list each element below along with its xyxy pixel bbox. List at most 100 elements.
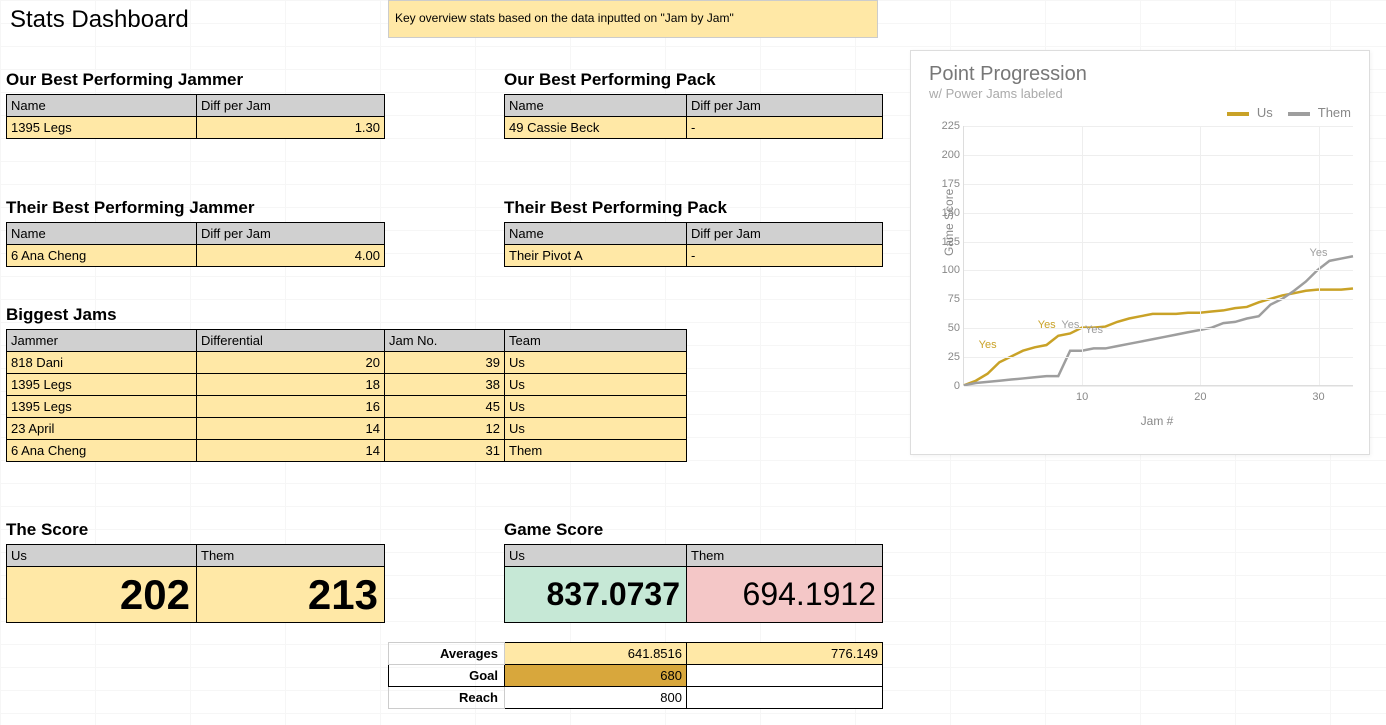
our-jammer-diff[interactable]: 1.30	[197, 117, 385, 139]
chart-ytick: 125	[930, 236, 960, 248]
chart-ytick: 0	[930, 380, 960, 392]
chart-annotation: Yes	[1038, 319, 1056, 331]
chart-xtick: 20	[1194, 391, 1206, 403]
info-banner: Key overview stats based on the data inp…	[388, 0, 878, 38]
chart-annotation: Yes	[1085, 324, 1103, 336]
cell-diff[interactable]: 14	[197, 418, 385, 440]
section-our-pack: Our Best Performing Pack	[504, 70, 883, 94]
col-diff: Diff per Jam	[687, 95, 883, 117]
chart-ytick: 200	[930, 149, 960, 161]
goal-them[interactable]	[687, 665, 883, 687]
section-their-pack: Their Best Performing Pack	[504, 198, 883, 222]
cell-jammer[interactable]: 818 Dani	[7, 352, 197, 374]
chart-lines	[964, 126, 1353, 385]
chart-ytick: 75	[930, 293, 960, 305]
section-gamescore: Game Score	[504, 520, 883, 544]
cell-jammer[interactable]: 1395 Legs	[7, 396, 197, 418]
table-row[interactable]: 6 Ana Cheng1431Them	[7, 440, 687, 462]
cell-jammer[interactable]: 6 Ana Cheng	[7, 440, 197, 462]
chart-xtick: 10	[1076, 391, 1088, 403]
col-them: Them	[197, 545, 385, 567]
chart-panel[interactable]: Point Progression w/ Power Jams labeled …	[910, 50, 1370, 455]
chart-ytick: 50	[930, 322, 960, 334]
gamescore-us[interactable]: 837.0737	[505, 567, 687, 623]
cell-diff[interactable]: 14	[197, 440, 385, 462]
cell-jamno[interactable]: 12	[385, 418, 505, 440]
table-row[interactable]: 1395 Legs1645Us	[7, 396, 687, 418]
score-us[interactable]: 202	[7, 567, 197, 623]
col-name: Name	[7, 95, 197, 117]
cell-diff[interactable]: 18	[197, 374, 385, 396]
col-jammer: Jammer	[7, 330, 197, 352]
cell-team[interactable]: Us	[505, 352, 687, 374]
their-pack-table[interactable]: Name Diff per Jam Their Pivot A -	[504, 222, 883, 267]
table-row[interactable]: 818 Dani2039Us	[7, 352, 687, 374]
gamescore-table[interactable]: Us Them 837.0737 694.1912	[504, 544, 883, 623]
col-us: Us	[7, 545, 197, 567]
chart-title: Point Progression	[929, 63, 1351, 86]
chart-ytick: 175	[930, 178, 960, 190]
cell-diff[interactable]: 16	[197, 396, 385, 418]
score-them[interactable]: 213	[197, 567, 385, 623]
our-jammer-name[interactable]: 1395 Legs	[7, 117, 197, 139]
gamescore-extra-table[interactable]: Averages 641.8516 776.149 Goal 680 Reach…	[388, 642, 883, 709]
legend-swatch-them	[1288, 112, 1310, 116]
legend-swatch-us	[1227, 112, 1249, 116]
cell-team[interactable]: Us	[505, 374, 687, 396]
biggest-jams-table[interactable]: Jammer Differential Jam No. Team 818 Dan…	[6, 329, 687, 462]
col-name: Name	[505, 223, 687, 245]
label-goal: Goal	[389, 665, 505, 687]
chart-ytick: 150	[930, 207, 960, 219]
goal-value[interactable]: 680	[505, 665, 687, 687]
our-pack-diff[interactable]: -	[687, 117, 883, 139]
chart-legend: Us Them	[929, 105, 1351, 120]
legend-us: Us	[1257, 105, 1273, 120]
col-name: Name	[7, 223, 197, 245]
col-name: Name	[505, 95, 687, 117]
reach-value[interactable]: 800	[505, 687, 687, 709]
their-jammer-table[interactable]: Name Diff per Jam 6 Ana Cheng 4.00	[6, 222, 385, 267]
chart-annotation: Yes	[1310, 247, 1328, 259]
cell-team[interactable]: Us	[505, 396, 687, 418]
cell-jamno[interactable]: 39	[385, 352, 505, 374]
cell-jamno[interactable]: 45	[385, 396, 505, 418]
their-pack-name[interactable]: Their Pivot A	[505, 245, 687, 267]
cell-team[interactable]: Us	[505, 418, 687, 440]
gamescore-them[interactable]: 694.1912	[687, 567, 883, 623]
our-jammer-table[interactable]: Name Diff per Jam 1395 Legs 1.30	[6, 94, 385, 139]
section-their-jammer: Their Best Performing Jammer	[6, 198, 385, 222]
section-score: The Score	[6, 520, 385, 544]
col-jamno: Jam No.	[385, 330, 505, 352]
chart-ytick: 25	[930, 351, 960, 363]
col-team: Team	[505, 330, 687, 352]
col-differential: Differential	[197, 330, 385, 352]
reach-them[interactable]	[687, 687, 883, 709]
their-pack-diff[interactable]: -	[687, 245, 883, 267]
cell-jamno[interactable]: 38	[385, 374, 505, 396]
chart-plot-area: Game Score 02550751001251501752002251020…	[963, 126, 1353, 386]
their-jammer-diff[interactable]: 4.00	[197, 245, 385, 267]
chart-ytick: 100	[930, 264, 960, 276]
score-table[interactable]: Us Them 202 213	[6, 544, 385, 623]
their-jammer-name[interactable]: 6 Ana Cheng	[7, 245, 197, 267]
chart-annotation: Yes	[1061, 319, 1079, 331]
our-pack-table[interactable]: Name Diff per Jam 49 Cassie Beck -	[504, 94, 883, 139]
chart-subtitle: w/ Power Jams labeled	[929, 86, 1351, 101]
chart-annotation: Yes	[979, 339, 997, 351]
col-us: Us	[505, 545, 687, 567]
cell-team[interactable]: Them	[505, 440, 687, 462]
our-pack-name[interactable]: 49 Cassie Beck	[505, 117, 687, 139]
cell-jammer[interactable]: 1395 Legs	[7, 374, 197, 396]
col-them: Them	[687, 545, 883, 567]
section-our-jammer: Our Best Performing Jammer	[6, 70, 385, 94]
table-row[interactable]: 23 April1412Us	[7, 418, 687, 440]
col-diff: Diff per Jam	[687, 223, 883, 245]
cell-jammer[interactable]: 23 April	[7, 418, 197, 440]
table-row[interactable]: 1395 Legs1838Us	[7, 374, 687, 396]
label-averages: Averages	[389, 643, 505, 665]
cell-jamno[interactable]: 31	[385, 440, 505, 462]
legend-them: Them	[1318, 105, 1351, 120]
avg-them[interactable]: 776.149	[687, 643, 883, 665]
cell-diff[interactable]: 20	[197, 352, 385, 374]
avg-us[interactable]: 641.8516	[505, 643, 687, 665]
